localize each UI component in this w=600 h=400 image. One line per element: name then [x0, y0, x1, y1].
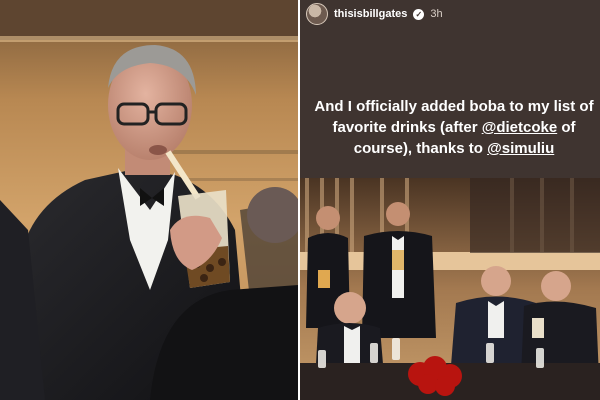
- photo-drinking-boba: [0, 0, 298, 400]
- story-caption: And I officially added boba to my list o…: [308, 96, 600, 159]
- mention-dietcoke[interactable]: @dietcoke: [482, 119, 557, 136]
- instagram-story: thisisbillgates ✓ 3h And I officially ad…: [300, 0, 600, 400]
- caption-line2: favorite drinks (after: [332, 119, 482, 136]
- check-badge-icon: ✓: [413, 8, 425, 20]
- story-header: thisisbillgates ✓ 3h: [300, 0, 600, 28]
- caption-line1: And I officially added boba to my list o…: [314, 98, 594, 115]
- story-username[interactable]: thisisbillgates: [334, 8, 407, 20]
- avatar[interactable]: [306, 3, 328, 25]
- mention-simuliu[interactable]: @simuliu: [487, 140, 554, 157]
- caption-line2b: of: [557, 119, 576, 136]
- story-photo-event: [300, 178, 600, 400]
- caption-line3: course), thanks to: [353, 140, 488, 157]
- story-timestamp: 3h: [430, 8, 443, 20]
